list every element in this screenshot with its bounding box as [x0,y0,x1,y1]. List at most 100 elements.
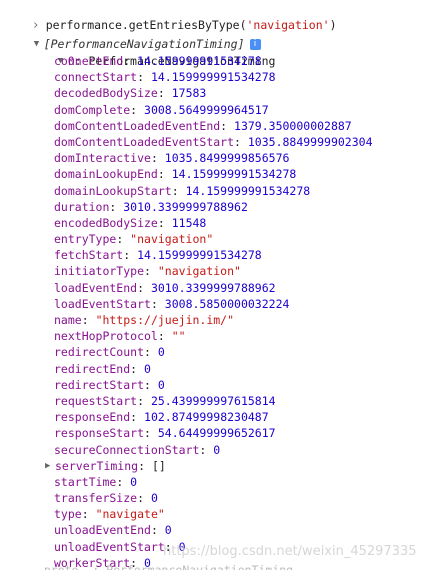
property-row: responseStart: 54.64499999652617 [54,425,373,441]
property-key: startTime [54,474,117,489]
property-key: decodedBodySize [54,86,158,101]
property-value: 0 [213,442,221,457]
property-value: 14.159999991534278 [150,70,276,85]
property-colon: : [157,86,172,101]
property-colon: : [150,296,165,311]
property-colon: : [123,248,138,263]
property-row: domContentLoadedEventStart: 1035.8849999… [54,134,373,150]
property-row: domComplete: 3008.5649999964517 [54,102,373,118]
property-colon: : [157,329,172,344]
property-row[interactable]: ▶ serverTiming: [] [45,458,373,474]
property-row: duration: 3010.3399999788962 [54,199,373,215]
property-key: nextHopProtocol [54,329,158,344]
property-row: unloadEventEnd: 0 [54,522,373,538]
command-suffix: ) [329,18,337,32]
property-key: domainLookupEnd [54,167,158,182]
property-value: "navigate" [95,507,165,522]
property-row: entryType: "navigation" [54,231,373,247]
property-value: 0 [157,377,165,392]
property-colon: : [157,167,172,182]
property-value: 3008.5649999964517 [144,102,269,117]
property-value: 102.87499998230487 [144,410,269,425]
property-value: "navigation" [157,264,241,279]
property-key: unloadEventEnd [54,523,151,538]
property-key: requestStart [54,393,138,408]
property-row: type: "navigate" [54,506,373,522]
property-key: initiatorType [54,264,145,279]
property-value: 11548 [171,215,207,230]
property-key: responseEnd [54,410,131,425]
property-colon: : [144,264,158,279]
property-key: fetchStart [54,248,124,263]
property-colon: : [137,280,151,295]
property-value: 14.159999991534278 [137,54,262,68]
property-key: domainLookupStart [54,183,172,198]
property-colon: : [144,426,158,441]
property-colon: : [138,458,152,473]
property-row: domainLookupEnd: 14.159999991534278 [54,166,373,182]
property-colon: : [220,118,235,133]
result-array-row[interactable]: ▼ [PerformanceNavigationTiming] i [0,20,261,51]
devtools-console: › performance.getEntriesByType('navigatio… [0,0,444,570]
property-row: domainLookupStart: 14.159999991534278 [54,183,373,199]
property-value: 0 [144,361,151,376]
property-key: type [54,507,82,522]
property-value: "navigation" [130,232,214,247]
property-key: transferSize [54,491,138,506]
property-value: 17583 [171,86,207,101]
property-key: serverTiming [55,458,139,473]
property-row: secureConnectionStart: 0 [54,442,373,458]
property-colon: : [116,232,131,247]
property-value: 0 [130,474,138,489]
property-value: "" [171,329,186,344]
property-value: 3010.3399999788962 [123,199,248,214]
property-row: requestStart: 25.439999997615814 [54,393,373,409]
property-row: name: "https://juejin.im/" [54,312,373,328]
property-value: 1035.8499999856576 [164,151,290,166]
property-row: transferSize: 0 [54,490,373,506]
property-colon: : [116,474,131,489]
property-key: redirectEnd [54,361,131,376]
property-value: 14.159999991534278 [171,167,297,182]
property-colon: : [234,134,248,149]
property-row: startTime: 0 [54,474,373,490]
property-row: initiatorType: "navigation" [54,263,373,279]
property-colon: : [137,70,151,85]
property-row: loadEventStart: 3008.5850000032224 [54,296,373,312]
property-value: 14.159999991534278 [137,248,262,263]
expand-triangle-icon[interactable]: ▶ [45,458,55,474]
property-value: 54.64499999652617 [157,426,276,441]
property-list: connectEnd: 14.159999991534278 connectSta… [45,53,373,571]
property-colon: : [199,442,214,457]
proto-row-cutoff[interactable]: __proto__: PerformanceNavigationTiming [30,563,293,570]
property-row: decodedBodySize: 17583 [54,85,373,101]
property-key: connectStart [54,70,138,85]
property-row: redirectCount: 0 [54,344,373,360]
property-value: 25.439999997615814 [150,393,276,408]
property-key: responseStart [54,426,145,441]
property-key: name [54,313,82,327]
property-value: 3008.5850000032224 [164,296,290,311]
property-colon: : [109,199,124,214]
property-key: loadEventStart [54,296,151,311]
property-row: fetchStart: 14.159999991534278 [54,247,373,263]
property-colon: : [157,215,172,230]
property-key: loadEventEnd [54,280,138,295]
property-row: responseEnd: 102.87499998230487 [54,409,373,425]
property-key: connectEnd [54,54,124,68]
property-value: 1379.350000002887 [234,118,352,133]
property-key: domInteractive [54,151,151,166]
property-key: encodedBodySize [54,215,158,230]
property-row: nextHopProtocol: "" [54,328,373,344]
property-key: domContentLoadedEventStart [54,134,235,149]
property-value: 0 [164,523,172,538]
property-key: unloadEventStart [54,539,165,554]
property-colon: : [81,313,96,327]
property-colon: : [171,183,186,198]
property-value: [] [151,458,166,473]
property-colon: : [137,393,151,408]
property-value: "https://juejin.im/" [95,313,235,327]
property-key: redirectStart [54,377,145,392]
object-entry-row[interactable]: ▼ 0: PerformanceNavigationTiming [30,37,276,68]
property-value: 0 [150,491,158,506]
